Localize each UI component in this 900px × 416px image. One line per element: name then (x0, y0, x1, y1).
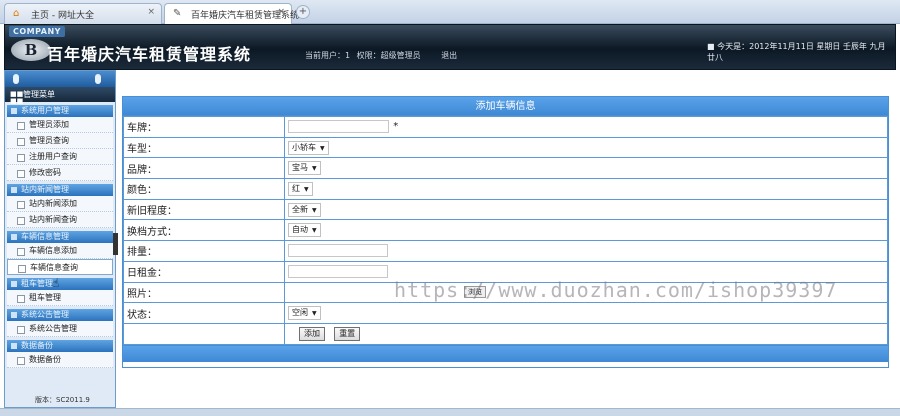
tab-label: 主页 - 网址大全 (31, 11, 94, 21)
user-role: 权限：超级管理员 (356, 51, 421, 60)
menu-header: ■■ ■■ 管理菜单 (5, 87, 115, 105)
field-label: 状态： (123, 302, 285, 324)
sidebar-group-rental[interactable]: 租车管理 (7, 278, 113, 290)
sidebar-top-bar (5, 71, 115, 87)
chevron-down-icon: ▼ (312, 165, 317, 173)
status-select[interactable]: 空闲 ▼ (288, 306, 321, 321)
page-icon: ✎ (173, 8, 182, 19)
displacement-input[interactable] (288, 244, 388, 258)
menu-title: 管理菜单 (23, 90, 55, 99)
form-footer-bar (123, 344, 888, 362)
system-title: 百年婚庆汽车租赁管理系统 (47, 45, 252, 64)
gear-select[interactable]: 自动 ▼ (288, 223, 321, 238)
date-display: ■ 今天是：2012年11月11日 星期日 壬辰年 九月廿八 (707, 42, 886, 62)
sidebar-item-vehicle-query[interactable]: 车辆信息查询 (7, 259, 113, 275)
close-icon[interactable]: × (147, 7, 155, 17)
sidebar-item-admin-query[interactable]: 管理员查询 (7, 133, 113, 149)
sidebar-group-notice[interactable]: 系统公告管理 (7, 309, 113, 321)
field-label: 换档方式： (123, 219, 285, 242)
form-row-plate: 车牌： * (123, 116, 888, 138)
field-label: 日租金： (123, 260, 285, 283)
chevron-down-icon: ▼ (312, 227, 317, 235)
sidebar-item-news-query[interactable]: 站内新闻查询 (7, 212, 113, 228)
form-title: 添加车辆信息 (123, 97, 888, 116)
chevron-down-icon: ▼ (304, 185, 309, 193)
logo-icon: B (11, 39, 51, 61)
type-select[interactable]: 小轿车 ▼ (288, 140, 329, 155)
form-row-actions: 添加 重置 (123, 322, 888, 345)
new-tab-button[interactable]: + (296, 5, 310, 19)
form-row-status: 状态： 空闲 ▼ (123, 302, 888, 324)
sidebar-group-vehicles[interactable]: 车辆信息管理 (7, 231, 113, 243)
form-table: 车牌： * 车型： 小轿车 ▼ 品牌： 宝马 ▼ 颜色： 红 ▼ 新旧程度： 全… (123, 116, 888, 345)
sidebar-group-backup[interactable]: 数据备份 (7, 340, 113, 352)
form-row-gear: 换档方式： 自动 ▼ (123, 219, 888, 242)
field-label: 排量： (123, 240, 285, 262)
horizontal-scrollbar[interactable] (0, 408, 900, 416)
daily-rent-input[interactable] (288, 265, 388, 279)
user-info: 当前用户：1 权限：超级管理员 退出 (305, 50, 461, 61)
form-row-displacement: 排量： (123, 240, 888, 262)
brand-select[interactable]: 宝马 ▼ (288, 161, 321, 176)
field-label: 颜色： (123, 178, 285, 200)
sidebar-item-backup[interactable]: 数据备份 (7, 352, 113, 368)
sidebar-item-change-password[interactable]: 修改密码 (7, 165, 113, 181)
field-label: 车牌： (123, 116, 285, 138)
sidebar-item-notice[interactable]: 系统公告管理 (7, 321, 113, 337)
pin-icon (13, 74, 19, 84)
sidebar-group-news[interactable]: 站内新闻管理 (7, 184, 113, 196)
current-user: 当前用户：1 (305, 51, 351, 60)
sidebar: ■■ ■■ 管理菜单 系统用户管理 管理员添加 管理员查询 注册用户查询 修改密码… (4, 70, 116, 408)
logout-link[interactable]: 退出 (441, 51, 457, 60)
form-row-type: 车型： 小轿车 ▼ (123, 136, 888, 159)
chevron-down-icon: ▼ (320, 144, 325, 152)
chevron-down-icon: ▼ (312, 206, 317, 214)
add-vehicle-form: 添加车辆信息 车牌： * 车型： 小轿车▼ 品牌： 宝马▼ 颜色： 红▼ (122, 96, 889, 368)
form-row-condition: 新旧程度： 全新 ▼ (123, 198, 888, 221)
sidebar-group-users[interactable]: 系统用户管理 (7, 105, 113, 117)
browser-tab-home[interactable]: ⌂ 主页 - 网址大全 × (4, 3, 162, 24)
sidebar-item-news-add[interactable]: 站内新闻添加 (7, 196, 113, 212)
company-badge: COMPANY (9, 26, 65, 37)
reset-button[interactable]: 重置 (334, 326, 361, 341)
form-row-color: 颜色： 红 ▼ (123, 178, 888, 200)
browser-tab-strip: ⌂ 主页 - 网址大全 × ✎ 百年婚庆汽车租赁管理系统 × + (0, 0, 900, 24)
field-label: 品牌： (123, 157, 285, 180)
sidebar-collapse-handle[interactable] (113, 233, 118, 255)
field-label: 照片： (123, 281, 285, 304)
hand-cursor-icon: ☝ (52, 276, 60, 290)
pin-icon (95, 74, 101, 84)
sidebar-item-user-query[interactable]: 注册用户查询 (7, 149, 113, 165)
watermark-text: https://www.duozhan.com/ishop39397 (394, 278, 838, 302)
color-select[interactable]: 红 ▼ (288, 181, 313, 196)
app-header: COMPANY B 百年婚庆汽车租赁管理系统 当前用户：1 权限：超级管理员 退… (4, 24, 896, 70)
field-label: 新旧程度： (123, 198, 285, 221)
browser-tab-app[interactable]: ✎ 百年婚庆汽车租赁管理系统 × (164, 3, 299, 24)
condition-select[interactable]: 全新 ▼ (288, 202, 321, 217)
form-row-brand: 品牌： 宝马 ▼ (123, 157, 888, 180)
chevron-down-icon: ▼ (312, 310, 317, 318)
field-label: 车型： (123, 136, 285, 159)
sidebar-item-rental[interactable]: 租车管理 (7, 290, 113, 306)
add-button[interactable]: 添加 (299, 326, 325, 341)
close-icon[interactable]: × (277, 7, 285, 17)
home-icon: ⌂ (13, 8, 20, 19)
grid-icon: ■■ ■■ (10, 90, 24, 105)
plate-input[interactable] (288, 120, 389, 134)
version-label: 版本：SC2011.9 (35, 396, 90, 404)
required-mark: * (393, 121, 399, 133)
sidebar-item-vehicle-add[interactable]: 车辆信息添加 (7, 243, 113, 259)
sidebar-item-admin-add[interactable]: 管理员添加 (7, 117, 113, 133)
